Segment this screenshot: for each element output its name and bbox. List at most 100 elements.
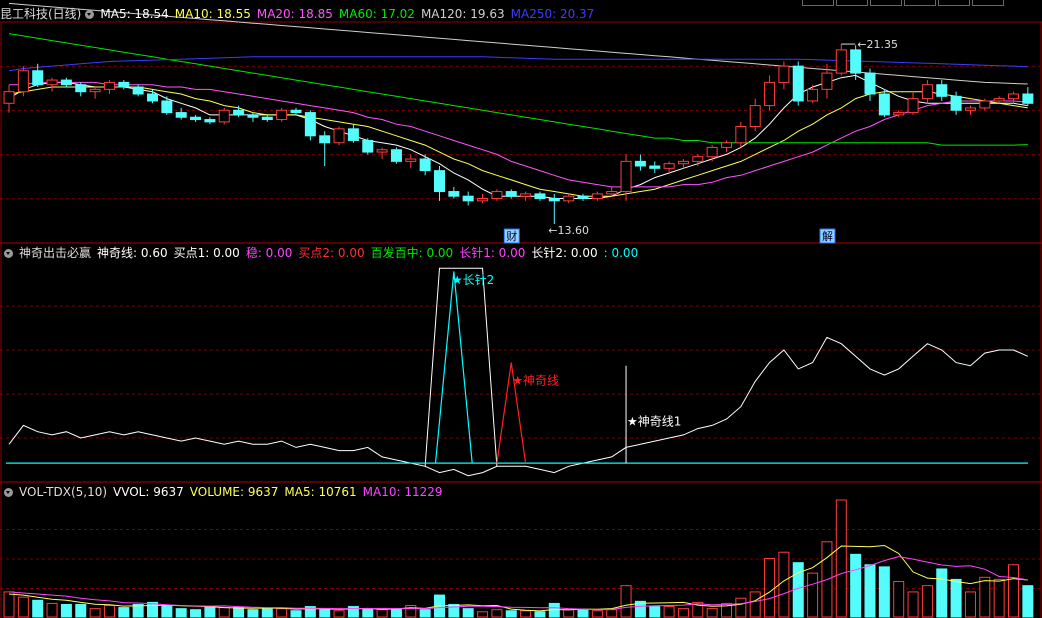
candle-body <box>520 193 532 197</box>
volume-bar <box>749 591 761 618</box>
event-badge-label: 解 <box>822 229 833 243</box>
volume-bar <box>60 603 72 618</box>
stock-chart[interactable]: ←21.35 ←13.60 财 解 ★长针2 ★神奇线 ★神奇线1 <box>0 0 1042 618</box>
volume-bar <box>606 609 618 618</box>
toolbar-tab[interactable] <box>938 0 970 6</box>
candle-body <box>993 98 1005 102</box>
volume-bar <box>103 605 115 618</box>
toolbar-tab[interactable] <box>802 0 834 6</box>
candle-body <box>864 72 876 95</box>
volume-bar <box>233 607 245 618</box>
volume-bar <box>477 611 489 618</box>
volume-bar <box>118 607 130 618</box>
candle-body <box>290 109 302 114</box>
volume-bar <box>735 597 747 618</box>
candle-body <box>634 160 646 167</box>
candle-body <box>118 81 130 88</box>
ma-legend-value: MA5: 18.54 <box>100 7 169 21</box>
candle-body <box>950 95 962 111</box>
volume-bar <box>807 572 819 618</box>
ma-legend-value: MA60: 17.02 <box>338 7 415 21</box>
volume-bar <box>261 608 273 618</box>
candle-body <box>3 91 15 104</box>
candle-body <box>936 84 948 97</box>
toolbar-tab[interactable] <box>972 0 1004 6</box>
candle-body <box>907 98 919 114</box>
candle-body <box>620 160 632 193</box>
volume-bar <box>218 607 230 618</box>
candle-body <box>721 142 732 148</box>
candle-body <box>534 193 546 200</box>
candle-body <box>46 79 58 86</box>
candle-body <box>979 100 991 109</box>
indicator-panel-header: 神奇出击必赢 神奇线: 0.60 买点1: 0.00 稳: 0.00 买点2: 0.00… <box>0 245 650 261</box>
volume-bar <box>534 611 546 618</box>
volume-bar <box>706 608 718 618</box>
candle-body <box>405 158 417 162</box>
candle-body <box>677 160 689 165</box>
volume-bar <box>778 551 790 618</box>
volume-bar <box>878 566 890 618</box>
volume-bar <box>907 591 919 618</box>
candle-body <box>505 191 517 197</box>
volume-panel-title: VOL-TDX(5,10) <box>19 485 108 499</box>
price-indicator-values: MA5: 18.54 MA10: 18.55 MA20: 18.85 MA60: 17… <box>100 7 600 21</box>
ma-legend-value: MA20: 18.85 <box>256 7 333 21</box>
volume-bar <box>75 603 87 618</box>
volume-bar <box>46 602 58 618</box>
candle-body <box>362 139 374 153</box>
candle-body <box>921 84 933 100</box>
volume-bar <box>204 606 216 618</box>
volume-bar <box>491 609 503 618</box>
volume-bar <box>520 610 532 618</box>
indicator-marker-label: ★神奇线1 <box>627 414 681 428</box>
indicator-values: 神奇线: 0.60 买点1: 0.00 稳: 0.00 买点2: 0.00 百发百中: … <box>97 246 644 260</box>
volume-bar <box>950 578 962 618</box>
volume-bar <box>577 609 589 618</box>
indicator-legend-value: 买点2: 0.00 <box>298 246 365 260</box>
indicator-legend-value: 长针2: 0.00 <box>531 246 598 260</box>
candle-body <box>448 191 460 197</box>
candle-body <box>89 88 101 93</box>
indicator-marker-label: ★长针2 <box>452 272 494 287</box>
volume-bar <box>147 601 158 618</box>
volume-bar <box>376 609 388 618</box>
series-line-shenqi <box>8 336 1029 477</box>
volume-bar <box>276 608 288 618</box>
candle-body <box>706 146 718 158</box>
candle-body <box>649 165 661 169</box>
volume-bar <box>390 608 402 618</box>
volume-bar <box>649 606 661 618</box>
toolbar-tab[interactable] <box>904 0 936 6</box>
volume-bar <box>993 578 1005 618</box>
ma-legend-value: MA250: 20.37 <box>510 7 595 21</box>
low-price-label: ←13.60 <box>548 224 589 237</box>
candle-body <box>75 84 87 93</box>
volume-panel-header: VOL-TDX(5,10) VVOL: 9637 VOLUME: 9637 MA5: … <box>0 484 455 500</box>
candle-body <box>247 114 259 118</box>
candle-body <box>276 109 288 121</box>
toolbar-tab[interactable] <box>836 0 868 6</box>
volume-legend-value: MA5: 10761 <box>284 485 357 499</box>
volume-bar <box>175 608 187 618</box>
candle-body <box>591 193 603 200</box>
candle-body <box>548 198 560 202</box>
candle-body <box>103 81 115 90</box>
panel-menu-icon[interactable] <box>4 488 13 497</box>
candle-body <box>692 156 704 162</box>
candle-body <box>807 88 819 102</box>
volume-bar <box>462 608 474 618</box>
volume-bar <box>620 585 632 618</box>
candle-body <box>792 65 804 102</box>
volume-bar <box>3 591 15 618</box>
panel-menu-icon[interactable] <box>85 10 95 19</box>
candle-body <box>1008 93 1019 100</box>
candle-body <box>261 116 273 121</box>
panel-menu-icon[interactable] <box>4 249 13 258</box>
indicator-marker-label: ★神奇线 <box>512 374 559 388</box>
candle-body <box>347 128 359 141</box>
candle-body <box>964 107 976 111</box>
ma-line-ma250 <box>8 56 1028 72</box>
candle-body <box>132 86 144 95</box>
toolbar-tab[interactable] <box>870 0 902 6</box>
